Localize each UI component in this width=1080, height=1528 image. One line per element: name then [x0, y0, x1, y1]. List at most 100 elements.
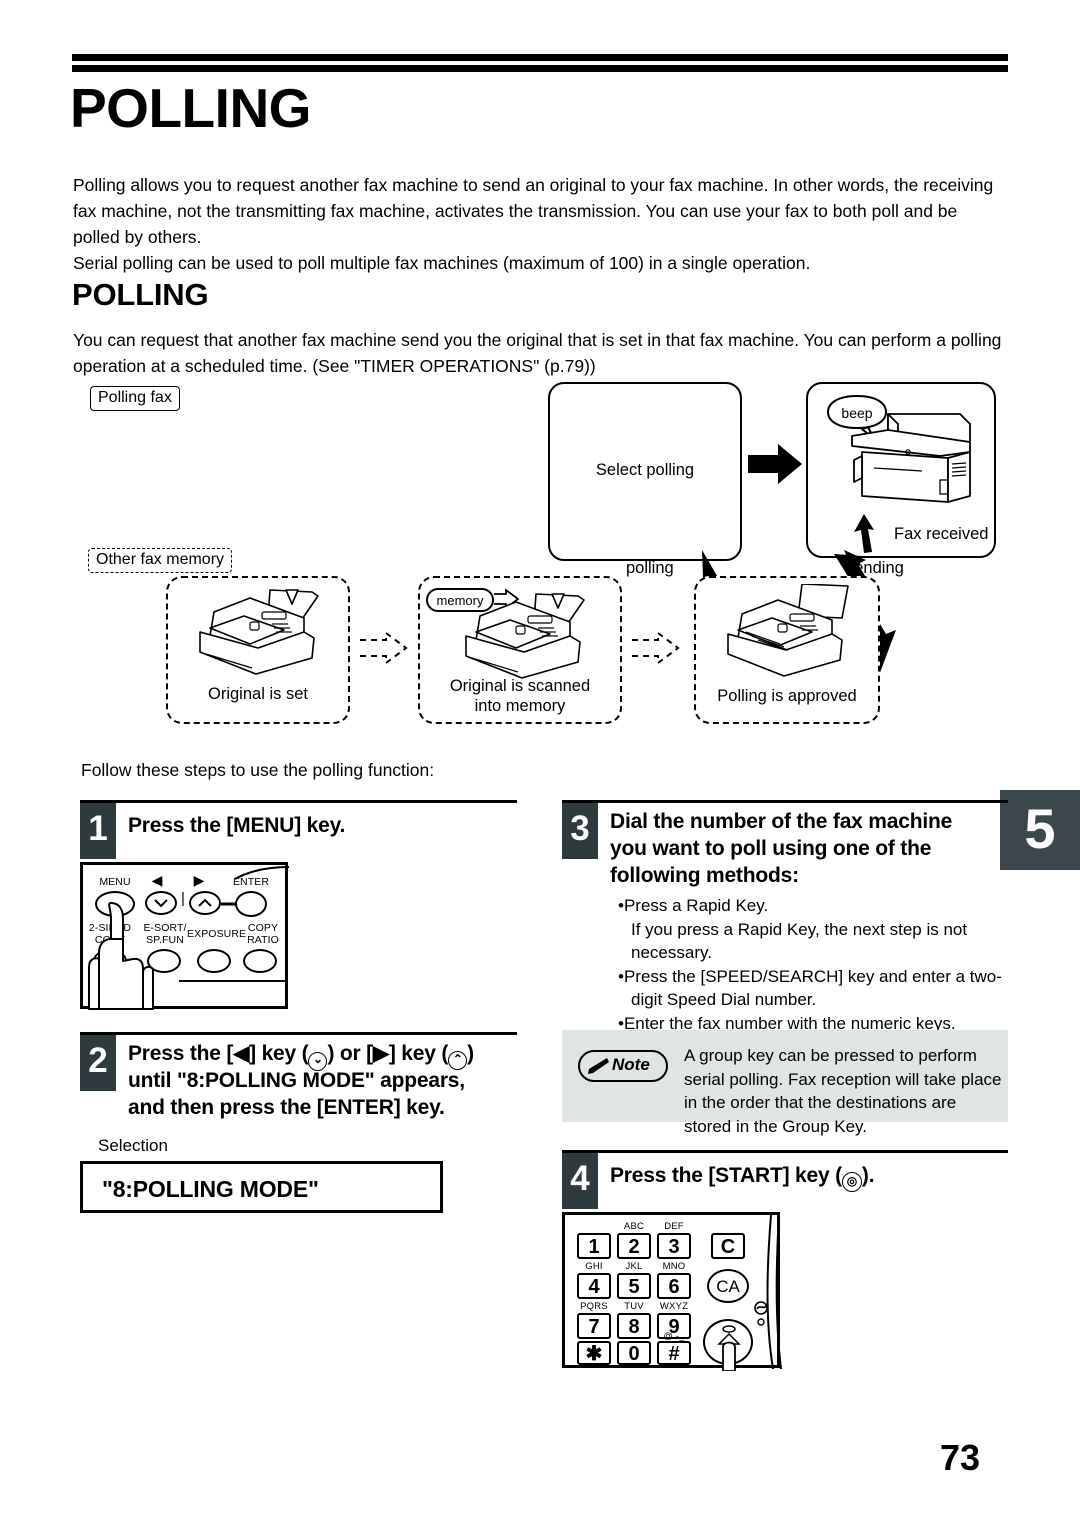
copy-ratio-label: COPY RATIO — [247, 922, 279, 946]
list-item: •Press a Rapid Key. — [618, 896, 769, 915]
keypad-key-0-label: 0 — [628, 1343, 640, 1365]
step-2-number: 2 — [80, 1035, 116, 1091]
panel-polling-approved: Polling is approved — [694, 576, 880, 724]
step-2-title-text-b: ] key ( — [249, 1042, 309, 1065]
panel-original-scanned-label-line1: Original is scanned — [449, 677, 591, 695]
keypad-key-hash[interactable]: # — [657, 1341, 691, 1365]
exposure-label: EXPOSURE — [187, 928, 247, 940]
keypad-key-clear-all-label: CA — [716, 1277, 740, 1296]
keypad-key-2[interactable]: 2 — [617, 1233, 651, 1259]
step-1-rule — [80, 800, 517, 803]
keypad-key-clear-all[interactable]: CA — [707, 1269, 749, 1303]
keypad-key-2-label: 2 — [628, 1236, 640, 1258]
chapter-tab: 5 — [1000, 790, 1080, 870]
panel-polling-approved-label: Polling is approved — [717, 687, 857, 705]
panel-select-polling-label: Select polling — [595, 461, 695, 479]
step-2-title-text-a: Press the [ — [128, 1042, 234, 1065]
page-number: 73 — [940, 1437, 981, 1478]
chevron-up-icon — [198, 898, 212, 907]
follow-steps-text: Follow these steps to use the polling fu… — [81, 760, 435, 780]
step-4-header: 4 Press the [START] key (◎). — [562, 1150, 1008, 1209]
keypad-key-star-label: ✱ — [585, 1343, 603, 1365]
keypad-key-8[interactable]: 8 — [617, 1313, 651, 1339]
right-arrow-icon: ▶ — [372, 1042, 389, 1065]
polling-flow-diagram: Polling fax Other fax memory Select poll… — [80, 380, 1010, 725]
keypad-key-7-letters: PQRS — [580, 1301, 608, 1312]
keypad-key-1[interactable]: 1 — [577, 1233, 611, 1259]
note-text: A group key can be pressed to perform se… — [684, 1046, 1002, 1136]
note-badge-label: Note — [612, 1055, 650, 1074]
bullet-1-continuation: If you press a Rapid Key, the next step … — [631, 919, 968, 963]
hand-pointer-illustration — [88, 902, 154, 1010]
step-4-number: 4 — [562, 1153, 598, 1209]
panel-original-scanned-label-line2: into memory — [474, 697, 566, 715]
keypad-key-4[interactable]: 4 — [577, 1273, 611, 1299]
keypad-panel-contour — [766, 1215, 782, 1370]
keypad-key-7[interactable]: 7 — [577, 1313, 611, 1339]
keypad-key-star[interactable]: ✱ — [577, 1341, 611, 1365]
panel-fax-received-label: Fax received — [894, 525, 989, 543]
keypad-key-hash-label: # — [668, 1343, 680, 1365]
keypad-key-4-label: 4 — [588, 1276, 600, 1298]
exposure-button[interactable] — [197, 949, 231, 973]
dashed-arrow-icon-1 — [360, 631, 408, 665]
intro-paragraph: Polling allows you to request another fa… — [73, 175, 994, 273]
selection-caption: Selection — [98, 1136, 168, 1155]
step-3-title-line3: following methods: — [610, 864, 799, 887]
keypad-key-6[interactable]: 6 — [657, 1273, 691, 1299]
step-3-block: 3 Dial the number of the fax machine you… — [562, 800, 1008, 1033]
left-arrow-icon: ◀ — [233, 1042, 250, 1065]
bullet-1-main: Press a Rapid Key. — [623, 896, 769, 915]
keypad-key-8-letters: TUV — [624, 1301, 644, 1312]
step-4-title-text-a: Press the [START] key ( — [610, 1164, 842, 1187]
dashed-arrow-icon-2 — [632, 631, 680, 665]
step-1-block: 1 Press the [MENU] key. MENU ◀ ▶ | ENTER… — [80, 800, 517, 1030]
step-1-title: Press the [MENU] key. — [128, 814, 346, 837]
panel-select-polling: Select polling — [548, 382, 742, 561]
step-2-rule — [80, 1032, 517, 1035]
keypad-key-7-label: 7 — [588, 1316, 600, 1338]
label-polling-arrow: polling — [626, 559, 674, 577]
keypad-key-clear[interactable]: C — [711, 1233, 745, 1259]
panel-original-scanned: memory Original is scanned into memory — [418, 576, 622, 724]
fax-machine-illustration — [465, 593, 585, 679]
pencil-icon — [588, 1058, 609, 1074]
control-panel-illustration: MENU ◀ ▶ | ENTER 2-SIDED COPY E-SORT/ SP… — [80, 862, 290, 1010]
step-2-title-text-c: ) or [ — [327, 1042, 373, 1065]
step-3-bullet-list: •Press a Rapid Key. If you press a Rapid… — [618, 894, 1008, 1035]
mfp-machine-illustration — [851, 413, 971, 503]
panel-fax-received: beep Fax received — [806, 382, 996, 558]
step-4-block: 4 Press the [START] key (◎). 1 ABC 2 DEF… — [562, 1150, 1008, 1380]
section-paragraph: You can request that another fax machine… — [73, 330, 1002, 376]
step-3-header: 3 Dial the number of the fax machine you… — [562, 800, 1008, 892]
header-rule-upper — [72, 54, 1008, 61]
step-3-rule — [562, 800, 1008, 803]
list-item: •Press the [SPEED/SEARCH] key and enter … — [618, 966, 1002, 1010]
step-2-title-line3: and then press the [ENTER] key. — [128, 1096, 445, 1119]
black-arrow-icon — [748, 444, 802, 484]
section-title: POLLING — [72, 277, 209, 312]
copy-ratio-button[interactable] — [243, 949, 277, 973]
header-rule-lower — [72, 65, 1008, 72]
keypad-key-3[interactable]: 3 — [657, 1233, 691, 1259]
step-2-title-line2: until "8:POLLING MODE" appears, — [128, 1069, 465, 1092]
step-4-title-text-b: ). — [861, 1164, 875, 1187]
step-3-title-line2: you want to poll using one of the — [610, 837, 932, 860]
step-4-rule — [562, 1150, 1008, 1153]
keypad-key-5[interactable]: 5 — [617, 1273, 651, 1299]
keypad-key-4-letters: GHI — [585, 1261, 603, 1272]
keypad-illustration: 1 ABC 2 DEF 3 C GHI 4 JKL 5 MNO 6 CA PQR… — [562, 1212, 782, 1371]
selection-display-box: "8:POLLING MODE" — [80, 1161, 443, 1213]
enter-key-button[interactable] — [235, 891, 267, 917]
step-2-title-text-d: ] key ( — [388, 1042, 449, 1065]
keypad-key-0[interactable]: 0 — [617, 1341, 651, 1365]
hand-pointer-illustration — [722, 1341, 736, 1371]
right-arrow-icon: ▶ — [193, 872, 205, 888]
keypad-key-5-label: 5 — [628, 1276, 640, 1298]
keypad-key-1-label: 1 — [588, 1236, 600, 1258]
control-panel-base-line — [179, 980, 287, 982]
note-callout: Note A group key can be pressed to perfo… — [562, 1030, 1008, 1136]
fax-machine-illustration — [199, 589, 319, 675]
keypad-key-3-label: 3 — [668, 1236, 680, 1258]
fax-received-arrow-icon — [854, 514, 874, 553]
